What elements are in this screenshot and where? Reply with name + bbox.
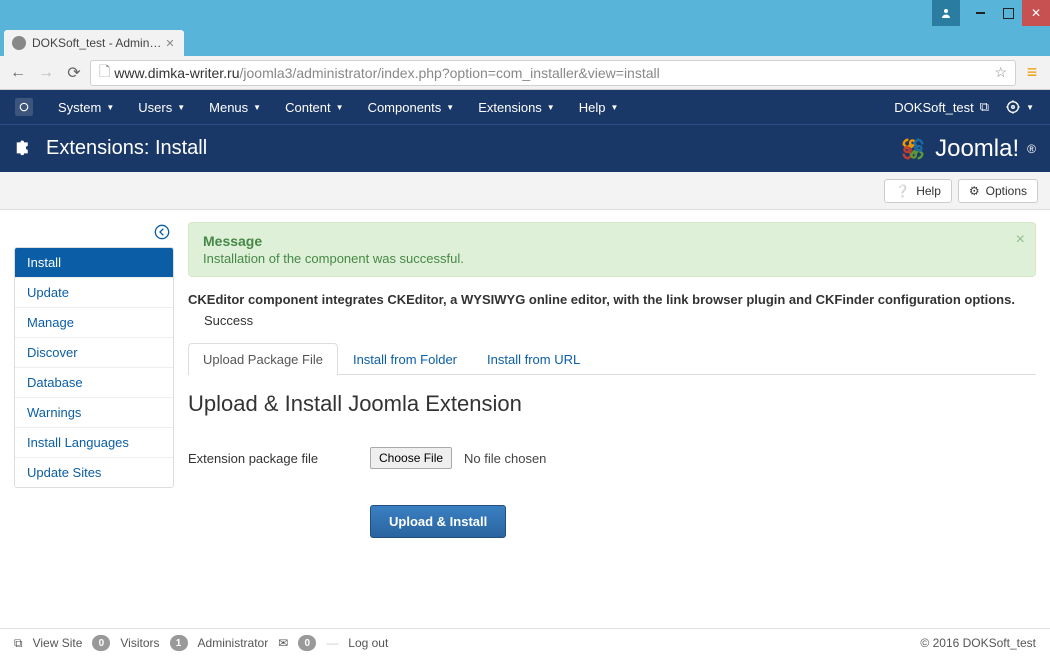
help-button[interactable]: ❔ Help [884, 179, 952, 203]
os-maximize-button[interactable] [994, 0, 1022, 26]
reload-button[interactable]: ⟳ [62, 61, 86, 85]
visitors-count-badge: 0 [92, 635, 110, 651]
caret-down-icon: ▼ [547, 103, 555, 112]
site-name: DOKSoft_test [894, 100, 973, 115]
external-link-icon: ⧉ [980, 99, 989, 115]
sidebar-item-manage[interactable]: Manage [15, 308, 173, 338]
sidebar-item-warnings[interactable]: Warnings [15, 398, 173, 428]
upload-install-button[interactable]: Upload & Install [370, 505, 506, 538]
alert-body: Installation of the component was succes… [203, 251, 1021, 266]
success-alert: × Message Installation of the component … [188, 222, 1036, 277]
caret-down-icon: ▼ [446, 103, 454, 112]
alert-title: Message [203, 233, 1021, 249]
tab-close-icon[interactable]: ✕ [164, 37, 176, 49]
tab-install-from-url[interactable]: Install from URL [472, 343, 595, 375]
install-status: Success [204, 313, 1036, 328]
admin-footer: ⧉ View Site 0 Visitors 1 Administrator ✉… [0, 628, 1050, 657]
bookmark-icon[interactable]: ☆ [994, 64, 1007, 81]
browser-tab[interactable]: DOKSoft_test - Administra ✕ [4, 30, 184, 56]
page-title: Extensions: Install [46, 137, 207, 160]
tab-title: DOKSoft_test - Administra [32, 36, 164, 50]
file-field-label: Extension package file [188, 451, 358, 466]
favicon [12, 36, 26, 50]
joomla-logo-small[interactable] [10, 93, 38, 121]
nav-item-users[interactable]: Users▼ [126, 90, 197, 124]
joomla-brand: Joomla!® [899, 135, 1036, 163]
gear-icon: ⚙ [969, 184, 980, 198]
main-content: × Message Installation of the component … [188, 222, 1036, 598]
sidebar-collapse-button[interactable] [14, 222, 174, 247]
sidebar-item-update-sites[interactable]: Update Sites [15, 458, 173, 487]
caret-down-icon: ▼ [610, 103, 618, 112]
url-bar[interactable]: 🗋 www.dimka-writer.ru/joomla3/administra… [90, 60, 1016, 86]
nav-item-extensions[interactable]: Extensions▼ [466, 90, 567, 124]
back-button[interactable]: ← [6, 61, 30, 85]
nav-item-content[interactable]: Content▼ [273, 90, 355, 124]
sidebar: InstallUpdateManageDiscoverDatabaseWarni… [14, 222, 174, 598]
caret-down-icon: ▼ [106, 103, 114, 112]
browser-toolbar: ← → ⟳ 🗋 www.dimka-writer.ru/joomla3/admi… [0, 56, 1050, 90]
visitors-link[interactable]: Visitors [120, 636, 159, 650]
caret-down-icon: ▼ [336, 103, 344, 112]
page-icon: 🗋 [99, 61, 110, 85]
caret-down-icon: ▼ [253, 103, 261, 112]
page-toolbar: ❔ Help ⚙ Options [0, 172, 1050, 210]
sidebar-item-install[interactable]: Install [15, 248, 173, 278]
external-link-icon: ⧉ [14, 636, 23, 651]
browser-tabstrip: DOKSoft_test - Administra ✕ [0, 26, 1050, 56]
os-close-button[interactable]: ✕ [1022, 0, 1050, 26]
administrator-link[interactable]: Administrator [198, 636, 269, 650]
os-minimize-button[interactable] [966, 0, 994, 26]
page-header: Extensions: Install Joomla!® [0, 124, 1050, 172]
alert-close-button[interactable]: × [1016, 231, 1025, 249]
choose-file-button[interactable]: Choose File [370, 447, 452, 469]
component-description: CKEditor component integrates CKEditor, … [188, 291, 1036, 309]
tab-upload-package-file[interactable]: Upload Package File [188, 343, 338, 375]
url-host: www.dimka-writer.ru [114, 65, 239, 81]
nav-item-components[interactable]: Components▼ [356, 90, 467, 124]
admin-navbar: System▼Users▼Menus▼Content▼Components▼Ex… [0, 90, 1050, 124]
user-menu[interactable]: ▼ [999, 90, 1040, 124]
nav-item-system[interactable]: System▼ [46, 90, 126, 124]
url-path: /joomla3/administrator/index.php?option=… [240, 65, 660, 81]
sidebar-item-update[interactable]: Update [15, 278, 173, 308]
tab-install-from-folder[interactable]: Install from Folder [338, 343, 472, 375]
copyright: © 2016 DOKSoft_test [920, 636, 1036, 650]
sidebar-item-database[interactable]: Database [15, 368, 173, 398]
upload-heading: Upload & Install Joomla Extension [188, 391, 1036, 417]
help-icon: ❔ [895, 184, 910, 198]
forward-button[interactable]: → [34, 61, 58, 85]
options-button[interactable]: ⚙ Options [958, 179, 1038, 203]
admin-count-badge: 1 [170, 635, 188, 651]
tab-panel-upload: Upload & Install Joomla Extension Extens… [188, 375, 1036, 554]
nav-item-menus[interactable]: Menus▼ [197, 90, 273, 124]
puzzle-icon [14, 135, 36, 163]
nav-item-help[interactable]: Help▼ [567, 90, 631, 124]
messages-count-badge: 0 [298, 635, 316, 651]
caret-down-icon: ▼ [177, 103, 185, 112]
mail-icon: ✉ [278, 636, 288, 650]
os-user-button[interactable] [932, 0, 960, 26]
install-tabs: Upload Package FileInstall from FolderIn… [188, 342, 1036, 375]
chrome-menu-button[interactable]: ≡ [1020, 61, 1044, 85]
sidebar-item-discover[interactable]: Discover [15, 338, 173, 368]
sidebar-item-install-languages[interactable]: Install Languages [15, 428, 173, 458]
view-site-link[interactable]: View Site [33, 636, 83, 650]
site-link[interactable]: DOKSoft_test ⧉ [884, 99, 999, 115]
file-chosen-status: No file chosen [464, 451, 546, 466]
logout-link[interactable]: Log out [348, 636, 388, 650]
